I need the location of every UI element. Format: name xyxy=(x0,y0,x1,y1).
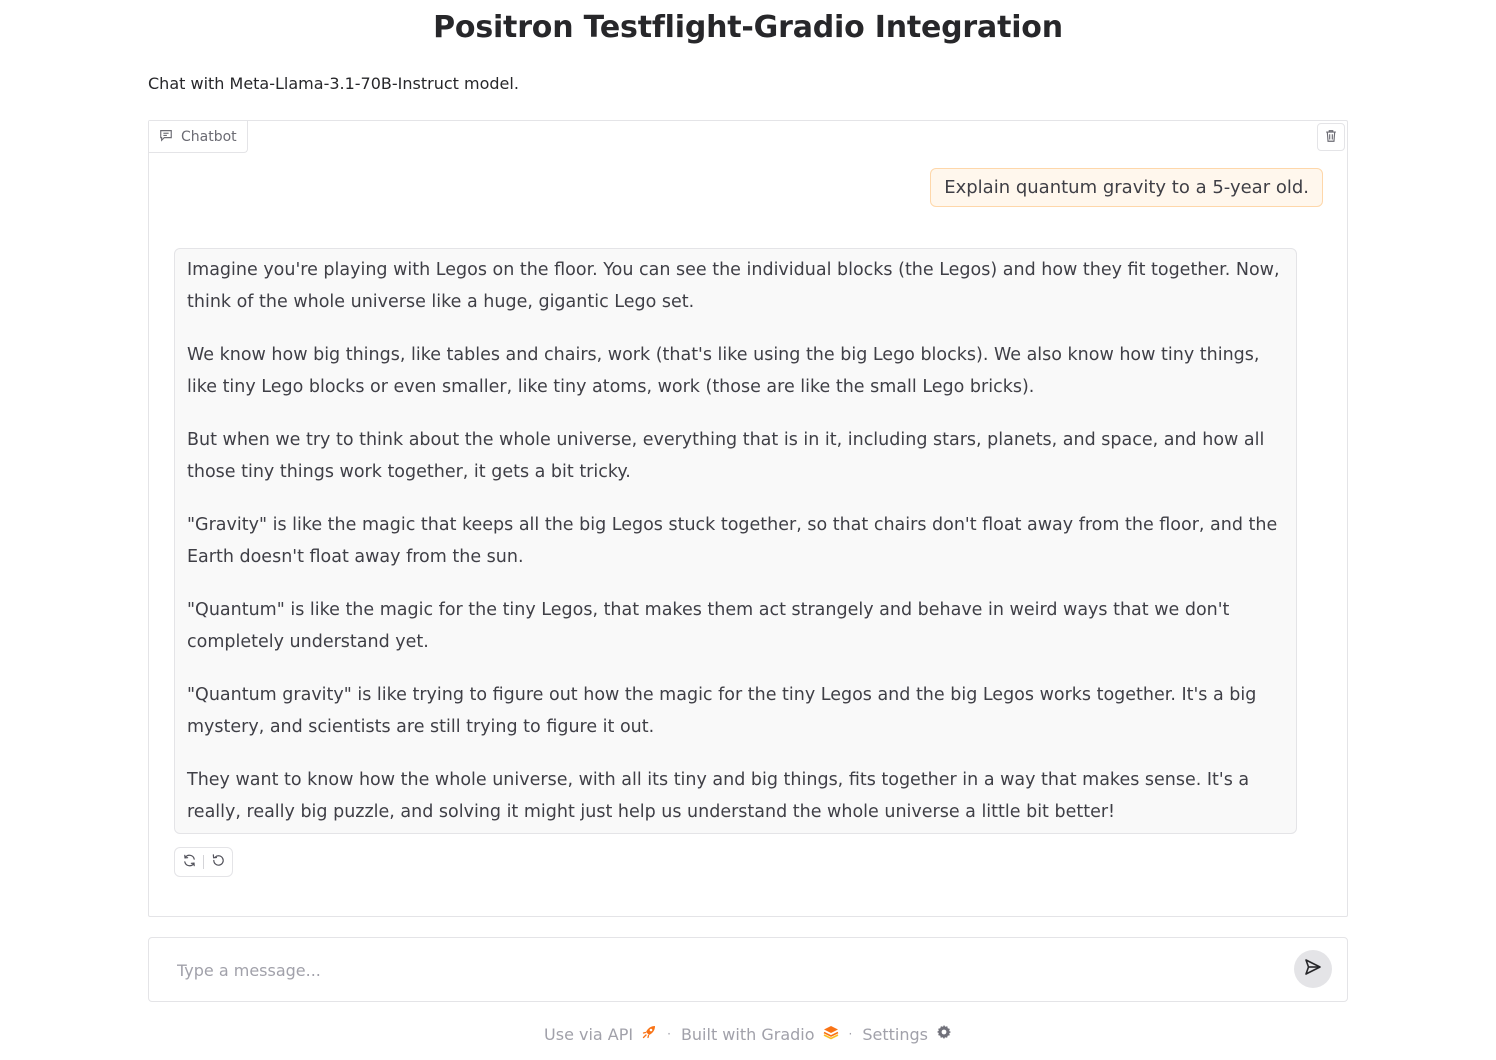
chatbot-label: Chatbot xyxy=(149,121,248,153)
settings-label: Settings xyxy=(862,1024,928,1044)
retry-icon xyxy=(182,853,197,872)
gradio-logo-icon xyxy=(823,1024,839,1044)
message-actions xyxy=(174,847,233,877)
page-description: Chat with Meta-Llama-3.1-70B-Instruct mo… xyxy=(148,74,519,93)
message-paragraph: We know how big things, like tables and … xyxy=(187,345,1260,397)
settings-link[interactable]: Settings xyxy=(862,1024,952,1044)
clear-chat-button[interactable] xyxy=(1317,123,1345,151)
footer-separator: · xyxy=(848,1027,853,1041)
chat-bubble-icon xyxy=(159,128,173,146)
message-input[interactable] xyxy=(175,956,1279,984)
footer-separator: · xyxy=(667,1027,671,1041)
page-title: Positron Testflight-Gradio Integration xyxy=(433,10,1063,45)
rocket-icon xyxy=(641,1024,657,1044)
built-with-gradio-link[interactable]: Built with Gradio xyxy=(681,1024,839,1044)
message-paragraph: "Quantum" is like the magic for the tiny… xyxy=(187,600,1230,652)
message-paragraph: "Quantum gravity" is like trying to figu… xyxy=(187,685,1257,737)
page: Positron Testflight-Gradio Integration C… xyxy=(0,0,1496,1060)
use-via-api-link[interactable]: Use via API xyxy=(544,1024,657,1044)
message-paragraph: They want to know how the whole universe… xyxy=(187,770,1250,822)
divider xyxy=(203,855,204,869)
chatbot-panel: Chatbot Explain quantum gravity to a 5-y… xyxy=(148,120,1348,917)
assistant-message: Imagine you're playing with Legos on the… xyxy=(174,248,1297,834)
send-icon xyxy=(1303,957,1323,981)
footer: Use via API · Built with Gradio · Settin… xyxy=(0,1024,1496,1044)
chatbot-label-text: Chatbot xyxy=(181,128,237,145)
trash-icon xyxy=(1324,128,1338,147)
message-paragraph: "Gravity" is like the magic that keeps a… xyxy=(187,515,1278,567)
send-button[interactable] xyxy=(1294,950,1332,988)
undo-button[interactable] xyxy=(208,852,228,872)
message-input-row xyxy=(148,937,1348,1002)
api-link-label: Use via API xyxy=(544,1024,634,1044)
user-message: Explain quantum gravity to a 5-year old. xyxy=(930,168,1323,207)
message-paragraph: Imagine you're playing with Legos on the… xyxy=(187,260,1280,312)
gear-icon xyxy=(936,1024,952,1044)
built-with-label: Built with Gradio xyxy=(680,1024,815,1044)
message-paragraph: But when we try to think about the whole… xyxy=(187,430,1265,482)
undo-icon xyxy=(211,853,226,872)
retry-button[interactable] xyxy=(179,852,199,872)
